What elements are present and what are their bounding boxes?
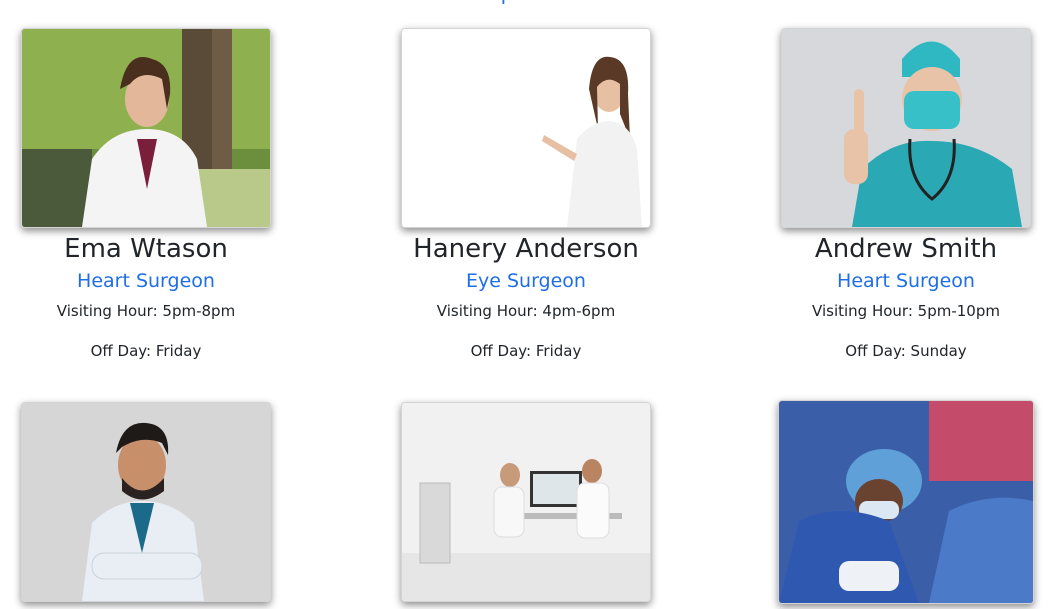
doctor-name: Ema Wtason (64, 234, 228, 264)
doctor-card-hanery: Hanery Anderson Eye Surgeon Visiting Hou… (401, 28, 651, 361)
doctor-role: Heart Surgeon (77, 270, 215, 292)
doctor-photo (781, 28, 1031, 228)
doctor-card-5 (401, 402, 651, 602)
doctor-photo (401, 28, 651, 228)
visiting-hours: Visiting Hour: 5pm-10pm (812, 302, 1000, 320)
doctor-card-andrew: Andrew Smith Heart Surgeon Visiting Hour… (781, 28, 1031, 361)
doctor-photo (401, 402, 651, 602)
doctor-card-4 (21, 402, 271, 602)
doctor-photo (21, 402, 271, 602)
doctor-name: Hanery Anderson (413, 234, 639, 264)
doctor-photo (21, 28, 271, 228)
doctor-card-6 (778, 400, 1034, 604)
off-day: Off Day: Sunday (845, 342, 967, 360)
doctor-role: Eye Surgeon (466, 270, 586, 292)
visiting-hours: Visiting Hour: 4pm-6pm (436, 302, 616, 320)
off-day: Off Day: Friday (90, 342, 202, 360)
doctor-name: Andrew Smith (814, 234, 998, 264)
section-heading-fragment: ʏ (498, 0, 509, 8)
doctors-page: ʏ Ema Wtason Heart Surgeon Visiting Hour… (0, 0, 1060, 609)
doctor-card-ema: Ema Wtason Heart Surgeon Visiting Hour: … (21, 28, 271, 361)
off-day: Off Day: Friday (470, 342, 582, 360)
visiting-hours: Visiting Hour: 5pm-8pm (56, 302, 236, 320)
doctor-photo (778, 400, 1034, 604)
doctor-role: Heart Surgeon (837, 270, 975, 292)
